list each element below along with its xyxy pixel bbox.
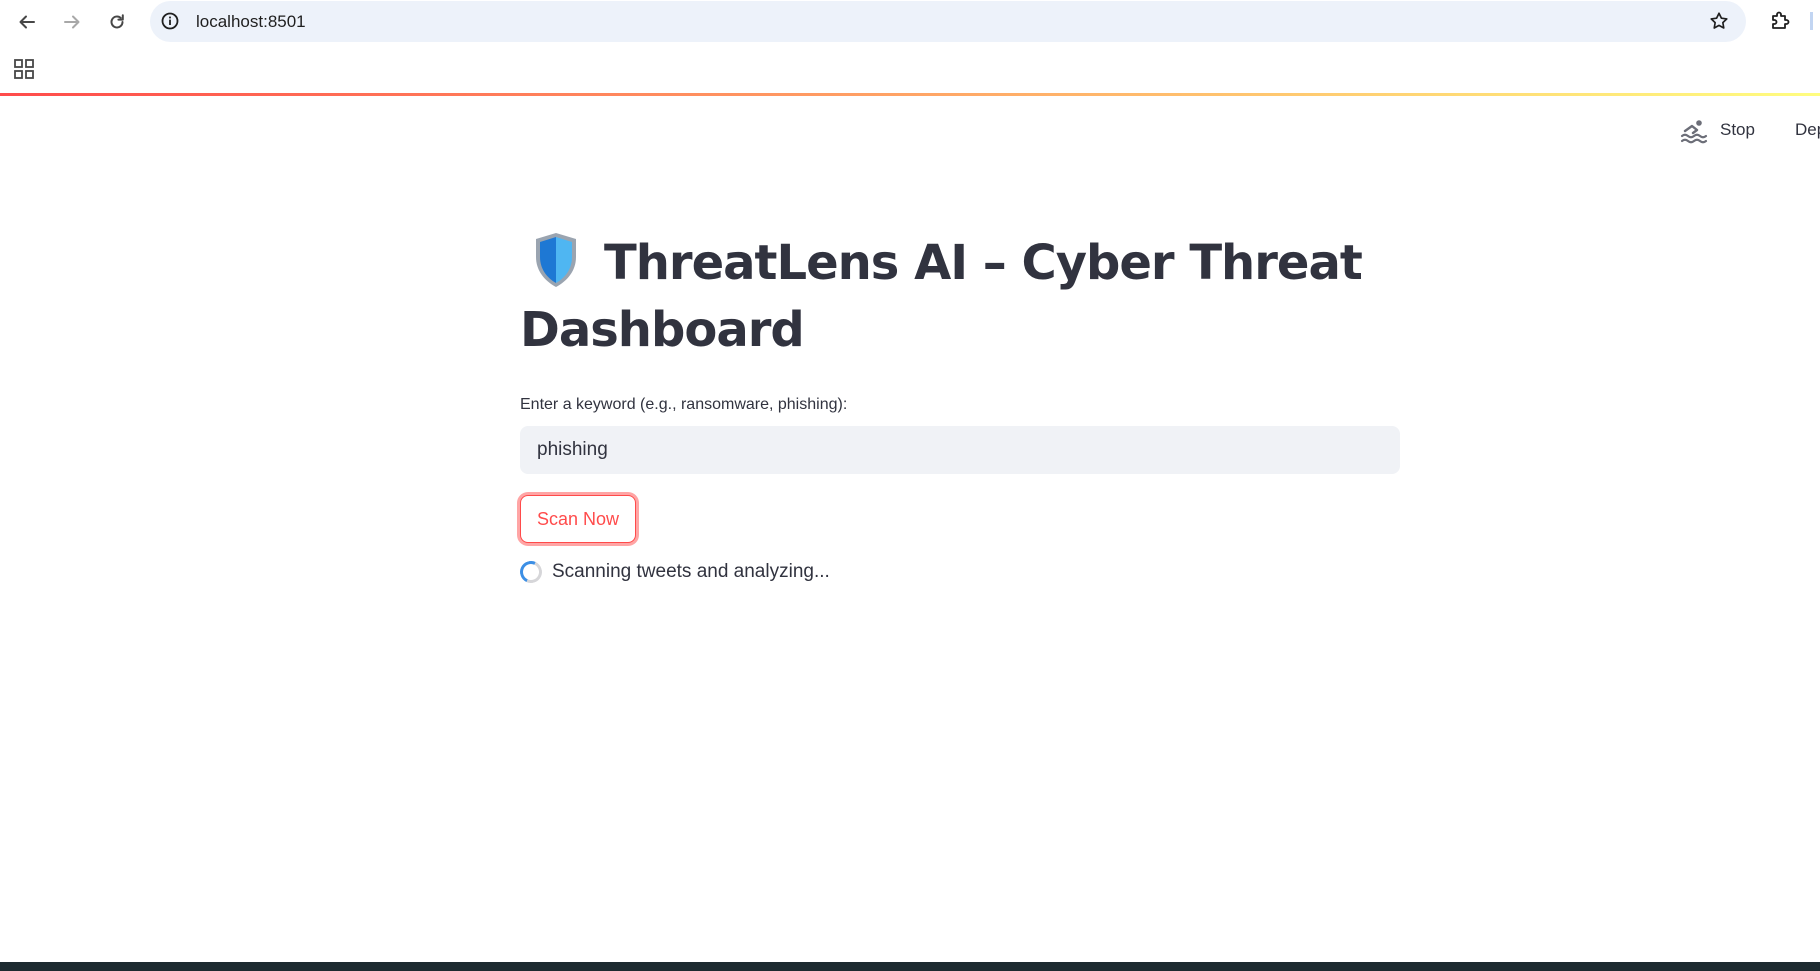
page-title: ThreatLens AI – Cyber Threat Dashboard: [520, 230, 1400, 364]
page-title-text: ThreatLens AI – Cyber Threat Dashboard: [520, 235, 1363, 358]
address-bar[interactable]: localhost:8501: [150, 1, 1746, 42]
shield-icon: [536, 233, 576, 287]
arrow-right-icon: [64, 15, 80, 29]
reload-button[interactable]: [101, 6, 133, 38]
status-text: Scanning tweets and analyzing...: [552, 561, 830, 582]
apps-grid-icon[interactable]: [13, 58, 35, 80]
stop-button[interactable]: Stop: [1720, 118, 1755, 142]
scan-now-button[interactable]: Scan Now: [520, 495, 636, 543]
keyword-input-label: Enter a keyword (e.g., ransomware, phish…: [520, 396, 848, 413]
arrow-left-icon: [19, 15, 35, 29]
star-icon[interactable]: [1708, 10, 1730, 32]
deploy-button[interactable]: Dep: [1795, 118, 1820, 142]
keyword-input[interactable]: [520, 426, 1400, 474]
spinner-icon: [516, 557, 546, 587]
browser-chrome: localhost:8501: [0, 0, 1820, 95]
profile-button[interactable]: [1810, 12, 1813, 30]
info-icon[interactable]: [160, 11, 180, 31]
puzzle-icon[interactable]: [1768, 9, 1792, 33]
forward-button[interactable]: [56, 6, 88, 38]
back-button[interactable]: [11, 6, 43, 38]
taskbar: [0, 962, 1820, 971]
status-spinner-row: Scanning tweets and analyzing...: [516, 557, 830, 587]
app-decoration-bar: [0, 93, 1820, 96]
reload-icon: [110, 14, 124, 29]
swimmer-icon: [1680, 120, 1708, 144]
main-block: ThreatLens AI – Cyber Threat Dashboard E…: [516, 230, 1400, 587]
url-text[interactable]: localhost:8501: [196, 11, 306, 33]
